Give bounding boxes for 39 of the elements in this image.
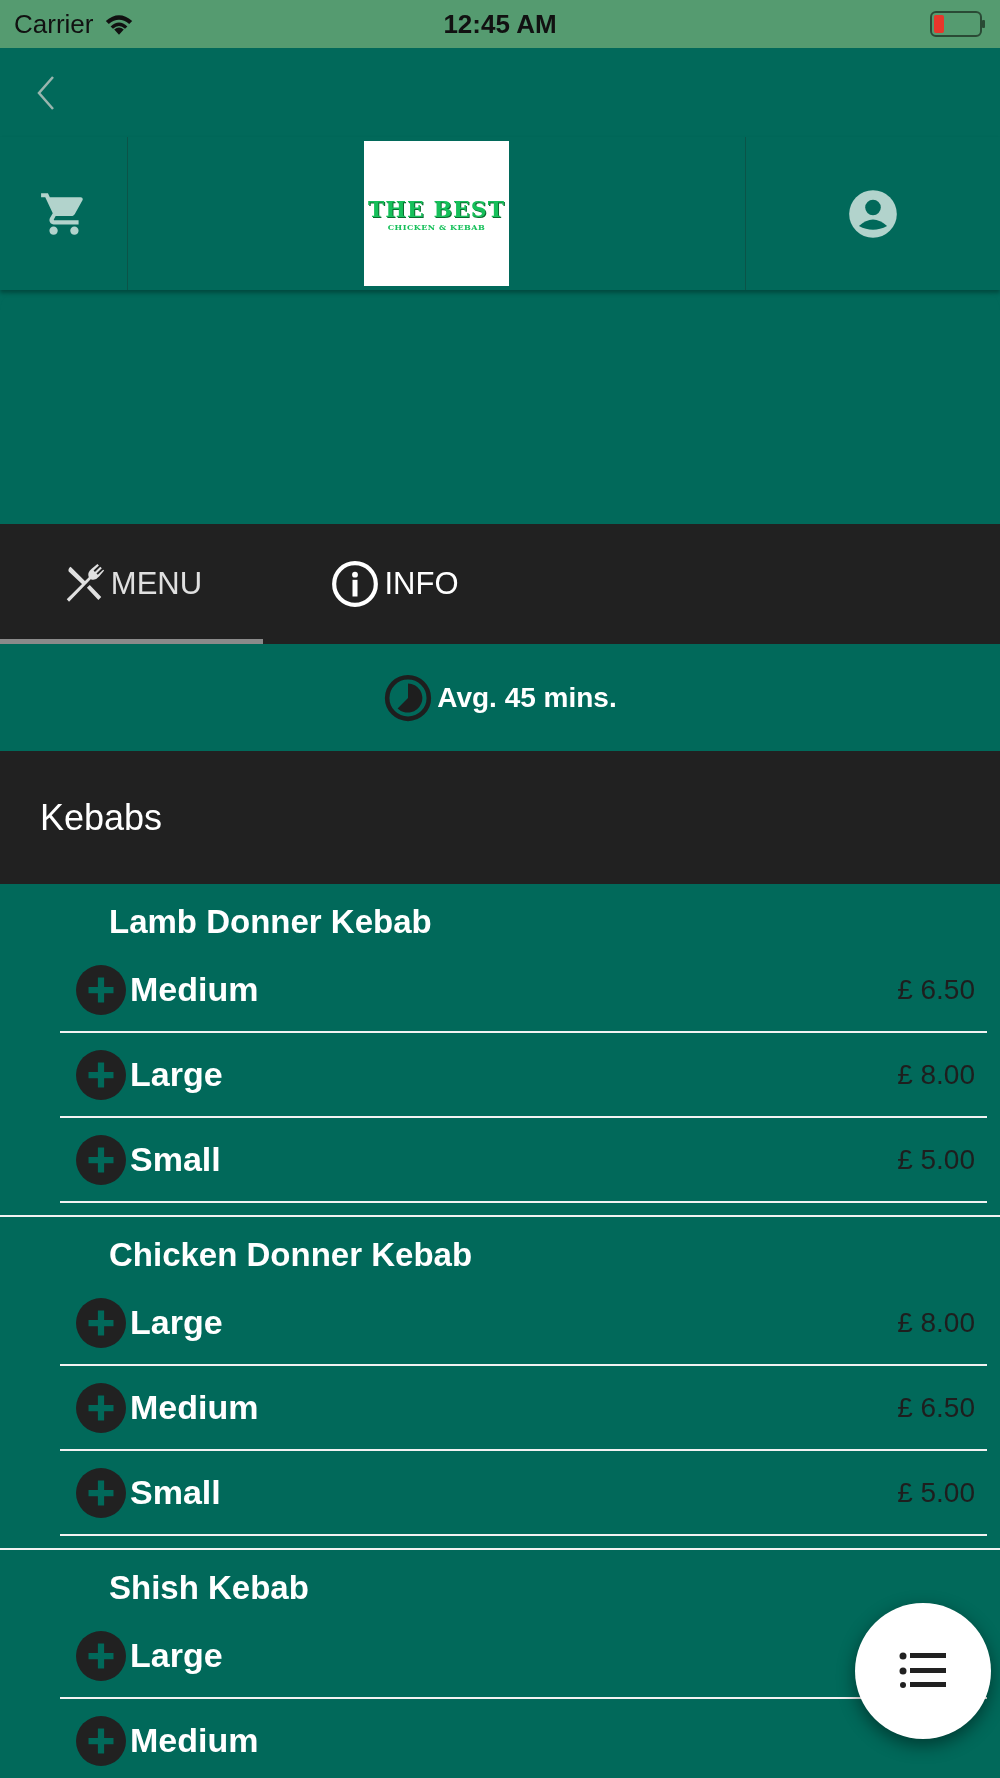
add-icon[interactable] xyxy=(76,1630,126,1681)
size-option: Large xyxy=(130,1055,223,1094)
battery-icon xyxy=(930,11,986,37)
category-header: Kebabs xyxy=(0,751,1000,884)
size-option: Medium xyxy=(130,970,259,1009)
size-option: Small xyxy=(130,1473,221,1512)
logo-subtitle: CHICKEN & KEBAB xyxy=(387,221,486,232)
size-option: Large xyxy=(130,1303,223,1342)
add-icon[interactable] xyxy=(76,964,126,1015)
price: £ 8.00 xyxy=(897,1306,976,1339)
list-icon xyxy=(899,1651,947,1691)
price: £ 5.00 xyxy=(897,1143,976,1176)
dish-name: Shish Kebab xyxy=(108,1568,310,1608)
add-icon[interactable] xyxy=(76,1134,126,1185)
logo-title: THE BEST xyxy=(367,195,506,222)
add-icon[interactable] xyxy=(76,1297,126,1348)
account-icon[interactable] xyxy=(847,187,899,240)
price: £ 6.50 xyxy=(897,973,976,1006)
carrier-label: Carrier xyxy=(14,8,94,40)
tab[interactable]: MENU xyxy=(0,524,263,644)
price: £ 6.50 xyxy=(897,1391,976,1424)
dish-name: Lamb Donner Kebab xyxy=(108,902,433,942)
dish-name: Chicken Donner Kebab xyxy=(108,1235,474,1275)
clock-icon xyxy=(383,672,434,723)
back-icon[interactable] xyxy=(36,74,56,111)
size-option: Large xyxy=(130,1636,223,1675)
size-option: Medium xyxy=(130,1388,259,1427)
tab[interactable]: INFO xyxy=(263,524,526,644)
info-icon xyxy=(330,559,381,609)
clock-time: 12:45 AM xyxy=(443,8,557,40)
add-icon[interactable] xyxy=(76,1382,126,1433)
add-icon[interactable] xyxy=(76,1715,126,1766)
price: £ 8.00 xyxy=(897,1058,976,1091)
average-time: Avg. 45 mins. xyxy=(437,681,617,714)
size-option: Medium xyxy=(130,1721,259,1760)
add-icon[interactable] xyxy=(76,1049,126,1100)
size-option: Small xyxy=(130,1140,221,1179)
price: £ 5.00 xyxy=(897,1476,976,1509)
add-icon[interactable] xyxy=(76,1467,126,1518)
